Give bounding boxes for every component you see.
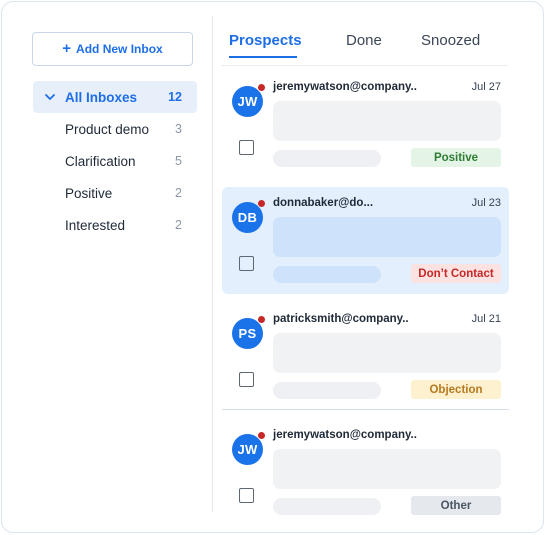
preview-pill — [273, 498, 381, 515]
inbox-count: 12 — [168, 90, 182, 104]
active-tab-indicator — [229, 56, 297, 58]
chevron-down-icon[interactable] — [44, 91, 56, 103]
select-checkbox[interactable] — [239, 256, 254, 271]
select-checkbox[interactable] — [239, 372, 254, 387]
inbox-list: All Inboxes 12 Product demo 3 Clarificat… — [33, 81, 197, 241]
inbox-item-all-inboxes[interactable]: All Inboxes 12 — [33, 81, 197, 113]
sender-email: jeremywatson@company.. — [273, 429, 417, 441]
tab-done[interactable]: Done — [346, 32, 421, 58]
message-preview — [273, 449, 501, 489]
tab-snoozed[interactable]: Snoozed — [421, 32, 501, 58]
inbox-label: Clarification — [65, 153, 136, 169]
sender-email: jeremywatson@company.. — [273, 81, 417, 93]
message-date: Jul 23 — [471, 197, 501, 209]
sender-email: donnabaker@do... — [273, 197, 374, 209]
status-tag[interactable]: Positive — [411, 148, 501, 167]
conversation-card[interactable]: JW jeremywatson@company.. Jul 27 Positiv… — [222, 71, 509, 178]
status-tag[interactable]: Don’t Contact — [411, 264, 501, 283]
tab-label: Done — [346, 32, 382, 49]
preview-pill — [273, 266, 381, 283]
add-new-inbox-button[interactable]: + Add New Inbox — [32, 32, 193, 66]
select-checkbox[interactable] — [239, 140, 254, 155]
plus-icon: + — [62, 40, 72, 57]
card-divider — [222, 409, 509, 410]
inbox-count: 5 — [175, 154, 182, 168]
inbox-label: Positive — [65, 185, 113, 201]
sender-email: patricksmith@company.. — [273, 313, 409, 325]
add-new-inbox-label: Add New Inbox — [76, 42, 163, 56]
message-date: Jul 27 — [471, 81, 501, 93]
tab-label: Snoozed — [421, 32, 481, 49]
message-preview — [273, 101, 501, 141]
inbox-count: 2 — [175, 186, 182, 200]
inbox-count: 3 — [175, 122, 182, 136]
inbox-label: Product demo — [65, 121, 150, 137]
inbox-count: 2 — [175, 218, 182, 232]
unread-dot — [257, 199, 266, 208]
preview-pill — [273, 150, 381, 167]
sidebar: + Add New Inbox All Inboxes 12 Product d… — [2, 2, 213, 532]
preview-pill — [273, 382, 381, 399]
inbox-item-interested[interactable]: Interested 2 — [33, 209, 197, 241]
inbox-item-product-demo[interactable]: Product demo 3 — [33, 113, 197, 145]
inbox-item-positive[interactable]: Positive 2 — [33, 177, 197, 209]
message-preview — [273, 333, 501, 373]
inbox-item-clarification[interactable]: Clarification 5 — [33, 145, 197, 177]
unread-dot — [257, 315, 266, 324]
select-checkbox[interactable] — [239, 488, 254, 503]
tabs-divider — [221, 65, 508, 66]
conversation-card[interactable]: DB donnabaker@do... Jul 23 Don’t Contact — [222, 187, 509, 294]
message-preview — [273, 217, 501, 257]
status-tag[interactable]: Objection — [411, 380, 501, 399]
message-date: Jul 21 — [471, 313, 501, 325]
app-window: + Add New Inbox All Inboxes 12 Product d… — [1, 1, 544, 533]
unread-dot — [257, 431, 266, 440]
conversation-card[interactable]: JW jeremywatson@company.. Other — [222, 419, 509, 526]
tab-bar: Prospects Done Snoozed — [229, 32, 501, 58]
conversation-panel: Prospects Done Snoozed JW jeremywatson@c… — [213, 2, 543, 532]
conversation-card[interactable]: PS patricksmith@company.. Jul 21 Objecti… — [222, 303, 509, 410]
inbox-label: All Inboxes — [65, 89, 138, 105]
status-tag[interactable]: Other — [411, 496, 501, 515]
tab-prospects[interactable]: Prospects — [229, 32, 346, 58]
unread-dot — [257, 83, 266, 92]
tab-label: Prospects — [229, 32, 302, 49]
inbox-label: Interested — [65, 217, 126, 233]
